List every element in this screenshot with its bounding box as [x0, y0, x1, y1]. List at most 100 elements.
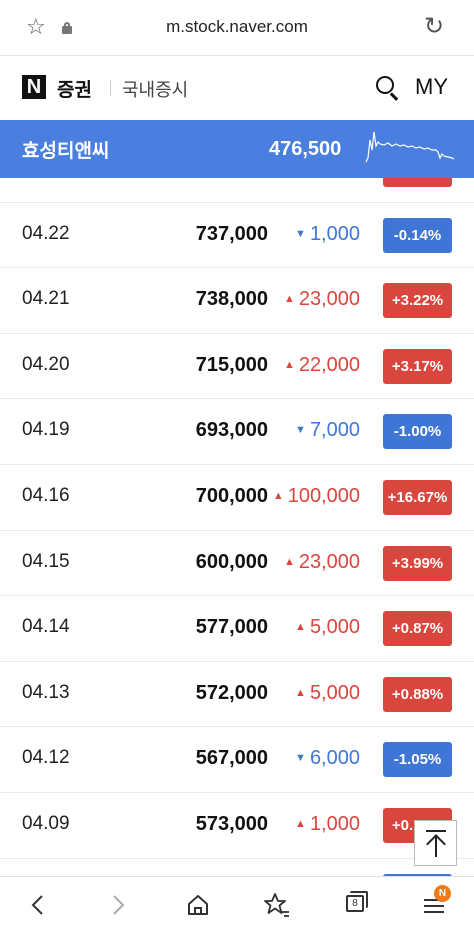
row-change-rate-badge: +3.17% [383, 348, 452, 384]
brand-label[interactable]: 증권 [57, 75, 92, 102]
row-change-value: 100,000 [287, 485, 360, 507]
table-row: 04.12 567,000 ▼ 6,000 -1.05% [0, 727, 474, 793]
triangle-up-icon: ▲ [295, 818, 306, 830]
menu-button[interactable]: N [404, 877, 464, 931]
reload-icon[interactable]: ↻ [424, 14, 444, 38]
table-row: 04.21 738,000 ▲ 23,000 +3.22% [0, 268, 474, 334]
row-change-rate-badge: +0.88% [383, 676, 452, 712]
bookmarks-button[interactable] [247, 877, 307, 931]
row-change-value: 3,000 [310, 178, 360, 179]
stock-name: 효성티앤씨 [22, 140, 110, 162]
row-change-value: 7,000 [309, 419, 360, 442]
row-change-rate-badge: -1.05% [383, 742, 452, 778]
star-list-icon [264, 893, 289, 917]
row-change-value: 22,000 [298, 353, 360, 376]
naver-header: N 증권 국내증시 MY [0, 56, 474, 120]
row-close-price: 738,000 [195, 288, 268, 311]
row-date: 04.15 [22, 550, 70, 572]
my-button[interactable]: MY [415, 74, 448, 100]
browser-bottom-nav: 8 N [0, 876, 474, 931]
browser-url-bar: ☆ m.stock.naver.com ↻ [0, 0, 474, 56]
row-date: 04.21 [22, 288, 70, 310]
chevron-left-icon [31, 895, 43, 915]
row-close-price: 573,000 [195, 813, 268, 835]
tab-count: 8 [346, 895, 364, 912]
row-close-price: 600,000 [195, 550, 268, 573]
row-change: ▼ 7,000 [295, 419, 360, 442]
triangle-down-icon: ▼ [295, 752, 306, 765]
row-change: ▼ 1,000 [295, 223, 360, 246]
row-change-rate-badge: -0.14% [383, 217, 452, 253]
row-change-value: 5,000 [309, 616, 360, 639]
row-change: ▲ 23,000 [284, 551, 360, 574]
daily-price-list[interactable]: 740,000▲3,000+0.41%04.22737,000▼1,000-0.… [0, 178, 474, 876]
row-close-price: 567,000 [195, 747, 268, 770]
row-change-rate-badge: +3.99% [383, 545, 452, 581]
row-date: 04.13 [22, 681, 70, 703]
home-icon [188, 895, 208, 915]
row-change-rate-badge: +3.22% [383, 283, 452, 319]
back-button[interactable] [8, 877, 68, 931]
row-change: ▲ 5,000 [295, 616, 360, 639]
triangle-up-icon: ▲ [295, 686, 306, 699]
divider [110, 80, 111, 96]
table-row: 04.20 715,000 ▲ 22,000 +3.17% [0, 334, 474, 400]
row-change-rate-badge: +0.87% [383, 611, 452, 647]
table-row: 04.13 572,000 ▲ 5,000 +0.88% [0, 662, 474, 728]
stock-price: 476,500 [269, 138, 342, 160]
naver-logo[interactable]: N [22, 75, 46, 99]
triangle-up-icon: ▲ [272, 490, 284, 502]
table-row: 04.09573,000▲1,000+0.17% [0, 793, 474, 859]
stock-summary-bar[interactable]: 효성티앤씨 476,500 [0, 120, 474, 178]
section-label[interactable]: 국내증시 [122, 76, 188, 102]
table-row: 04.19 693,000 ▼ 7,000 -1.00% [0, 399, 474, 465]
url-text[interactable]: m.stock.naver.com [0, 17, 474, 37]
triangle-down-icon: ▼ [295, 227, 306, 240]
triangle-up-icon: ▲ [283, 293, 295, 306]
row-change-value: 6,000 [309, 747, 360, 770]
row-date: 04.14 [22, 616, 70, 638]
row-change-rate-badge: -1.00% [383, 414, 452, 450]
row-change: ▲ 23,000 [284, 288, 360, 311]
triangle-up-icon: ▲ [295, 621, 306, 634]
notification-badge: N [434, 885, 451, 902]
tabs-button[interactable]: 8 [325, 877, 385, 931]
table-row: 04.15 600,000 ▲ 23,000 +3.99% [0, 531, 474, 597]
scroll-to-top-button[interactable] [414, 820, 457, 866]
row-date: 04.20 [22, 353, 70, 375]
row-change-value: 23,000 [298, 288, 360, 311]
row-change: ▲ 5,000 [295, 682, 360, 705]
row-date: 04.16 [22, 485, 70, 506]
search-icon[interactable] [376, 76, 400, 101]
row-close-price: 572,000 [195, 681, 268, 704]
row-change-value: 5,000 [309, 681, 360, 704]
table-row: 740,000 ▲3,000 +0.41% [0, 178, 474, 203]
home-button[interactable] [168, 877, 228, 931]
row-change-value: 23,000 [298, 550, 360, 573]
row-change: ▲ 22,000 [284, 354, 360, 377]
row-change: ▲3,000 [295, 178, 360, 180]
triangle-down-icon: ▼ [295, 424, 306, 437]
table-row [0, 859, 474, 876]
row-close-price: 737,000 [195, 222, 268, 245]
arrow-up-icon [426, 830, 446, 832]
row-close-price: 693,000 [195, 419, 268, 442]
row-close-price: 700,000 [195, 485, 268, 507]
chevron-right-icon [113, 895, 125, 915]
row-change-rate-badge: +0.41% [383, 178, 452, 187]
table-row: 04.16 700,000 ▲ 100,000 +16.67% [0, 465, 474, 531]
row-close-price: 577,000 [195, 616, 268, 639]
row-date: 04.22 [22, 222, 70, 244]
row-date: 04.19 [22, 419, 70, 441]
row-close-price: 715,000 [195, 353, 268, 376]
row-change: ▼ 6,000 [295, 747, 360, 770]
table-row: 04.14 577,000 ▲ 5,000 +0.87% [0, 596, 474, 662]
row-change-value: 1,000 [309, 222, 360, 245]
arrow-up-head [426, 834, 446, 854]
triangle-up-icon: ▲ [283, 358, 295, 371]
mini-price-chart [365, 131, 455, 163]
forward-button[interactable] [88, 877, 148, 931]
row-date: 04.12 [22, 747, 70, 769]
row-date: 04.09 [22, 813, 70, 834]
row-change-rate-badge: +16.67% [383, 480, 452, 515]
